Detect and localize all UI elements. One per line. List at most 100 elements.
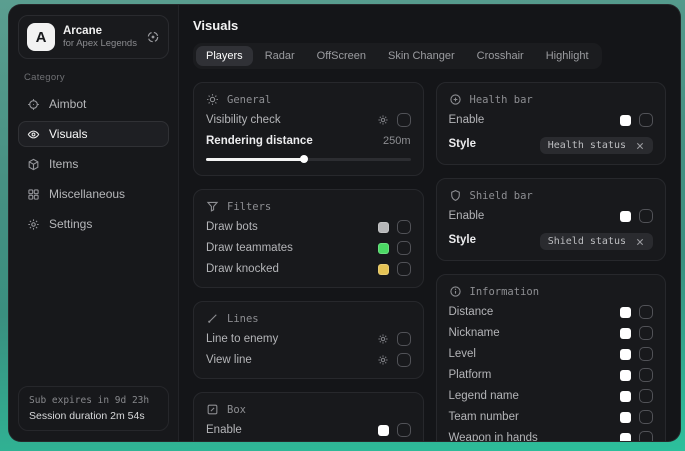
box-icon [206, 403, 219, 416]
draw-knocked-checkbox[interactable] [397, 262, 411, 276]
sidebar-item-label: Aimbot [49, 97, 86, 111]
close-icon[interactable] [635, 237, 645, 247]
color-swatch[interactable] [378, 264, 389, 275]
setting-label: View line [206, 354, 252, 366]
sidebar-item-visuals[interactable]: Visuals [18, 121, 169, 147]
box-section-header: Box [206, 402, 411, 417]
setting-label: Distance [449, 306, 494, 318]
nickname-checkbox[interactable] [639, 326, 653, 340]
health-style-select[interactable]: Health status [540, 137, 653, 154]
sidebar-nav: Aimbot Visuals Items [18, 91, 169, 237]
setting-row-draw-knocked: Draw knocked [206, 261, 411, 277]
sidebar-item-items[interactable]: Items [18, 151, 169, 177]
color-swatch[interactable] [620, 307, 631, 318]
view-line-checkbox[interactable] [397, 353, 411, 367]
tab-offscreen[interactable]: OffScreen [307, 46, 376, 66]
draw-bots-checkbox[interactable] [397, 220, 411, 234]
general-section-header: General [206, 92, 411, 107]
tab-radar[interactable]: Radar [255, 46, 305, 66]
tab-highlight[interactable]: Highlight [536, 46, 599, 66]
sidebar-item-label: Miscellaneous [49, 187, 125, 201]
gear-icon[interactable] [377, 354, 389, 366]
visibility-check-checkbox[interactable] [397, 113, 411, 127]
grid-icon [27, 188, 40, 201]
slider-track [206, 158, 411, 161]
target-icon[interactable] [146, 30, 160, 44]
section-title: Box [227, 404, 246, 416]
color-swatch[interactable] [620, 211, 631, 222]
information-section-header: Information [449, 284, 654, 299]
setting-row-health-enable: Enable [449, 112, 654, 128]
color-swatch[interactable] [378, 243, 389, 254]
setting-row-weapon-in-hands: Weapon in hands [449, 430, 654, 442]
gear-icon [27, 218, 40, 231]
team-number-checkbox[interactable] [639, 410, 653, 424]
session-duration-text: Session duration 2m 54s [29, 410, 158, 422]
platform-checkbox[interactable] [639, 368, 653, 382]
general-section: General Visibility check [193, 82, 424, 176]
sidebar-item-settings[interactable]: Settings [18, 211, 169, 237]
sidebar-item-label: Settings [49, 217, 92, 231]
level-checkbox[interactable] [639, 347, 653, 361]
legend-name-checkbox[interactable] [639, 389, 653, 403]
right-column: Health bar Enable Style H [436, 82, 667, 442]
lines-section: Lines Line to enemy [193, 301, 424, 379]
setting-row-platform: Platform [449, 367, 654, 383]
shield-enable-checkbox[interactable] [639, 209, 653, 223]
rendering-distance-slider[interactable] [206, 153, 411, 165]
info-icon [449, 285, 462, 298]
color-swatch[interactable] [620, 370, 631, 381]
setting-label: Visibility check [206, 114, 281, 126]
setting-label: Draw knocked [206, 263, 279, 275]
setting-row-health-style: Style Health status [449, 134, 654, 154]
setting-label: Enable [449, 114, 485, 126]
color-swatch[interactable] [620, 328, 631, 339]
close-icon[interactable] [635, 141, 645, 151]
draw-teammates-checkbox[interactable] [397, 241, 411, 255]
color-swatch[interactable] [620, 349, 631, 360]
color-swatch[interactable] [378, 222, 389, 233]
app-window: A Arcane for Apex Legends Category Aimbo… [8, 4, 681, 442]
health-enable-checkbox[interactable] [639, 113, 653, 127]
setting-label: Weapon in hands [449, 432, 538, 442]
shield-style-select[interactable]: Shield status [540, 233, 653, 250]
color-swatch[interactable] [620, 391, 631, 402]
health-bar-section: Health bar Enable Style H [436, 82, 667, 165]
setting-row-team-number: Team number [449, 409, 654, 425]
tab-players[interactable]: Players [196, 46, 253, 66]
tab-skin-changer[interactable]: Skin Changer [378, 46, 465, 66]
shield-bar-section-header: Shield bar [449, 188, 654, 203]
main-panel: Visuals Players Radar OffScreen Skin Cha… [179, 5, 680, 441]
sun-icon [206, 93, 219, 106]
setting-label: Enable [206, 424, 242, 436]
setting-label: Team number [449, 411, 519, 423]
app-name: Arcane [63, 24, 138, 38]
color-swatch[interactable] [378, 425, 389, 436]
information-section: Information Distance Nickname [436, 274, 667, 442]
sidebar-item-label: Items [49, 157, 78, 171]
slider-thumb[interactable] [300, 155, 308, 163]
subscription-card: Sub expires in 9d 23h Session duration 2… [18, 386, 169, 431]
diagonal-line-icon [206, 312, 219, 325]
color-swatch[interactable] [620, 433, 631, 443]
setting-row-level: Level [449, 346, 654, 362]
distance-checkbox[interactable] [639, 305, 653, 319]
color-swatch[interactable] [620, 115, 631, 126]
setting-label: Legend name [449, 390, 519, 402]
tab-crosshair[interactable]: Crosshair [467, 46, 534, 66]
shield-bar-section: Shield bar Enable Style S [436, 178, 667, 261]
setting-label: Draw teammates [206, 242, 293, 254]
sidebar-item-miscellaneous[interactable]: Miscellaneous [18, 181, 169, 207]
gear-icon[interactable] [377, 114, 389, 126]
setting-label: Level [449, 348, 477, 360]
selected-option: Shield status [548, 236, 626, 247]
box-enable-checkbox[interactable] [397, 423, 411, 437]
setting-row-draw-teammates: Draw teammates [206, 240, 411, 256]
gear-icon[interactable] [377, 333, 389, 345]
line-to-enemy-checkbox[interactable] [397, 332, 411, 346]
setting-row-nickname: Nickname [449, 325, 654, 341]
weapon-in-hands-checkbox[interactable] [639, 431, 653, 442]
color-swatch[interactable] [620, 412, 631, 423]
sidebar-item-aimbot[interactable]: Aimbot [18, 91, 169, 117]
filters-section: Filters Draw bots Draw teammates [193, 189, 424, 288]
